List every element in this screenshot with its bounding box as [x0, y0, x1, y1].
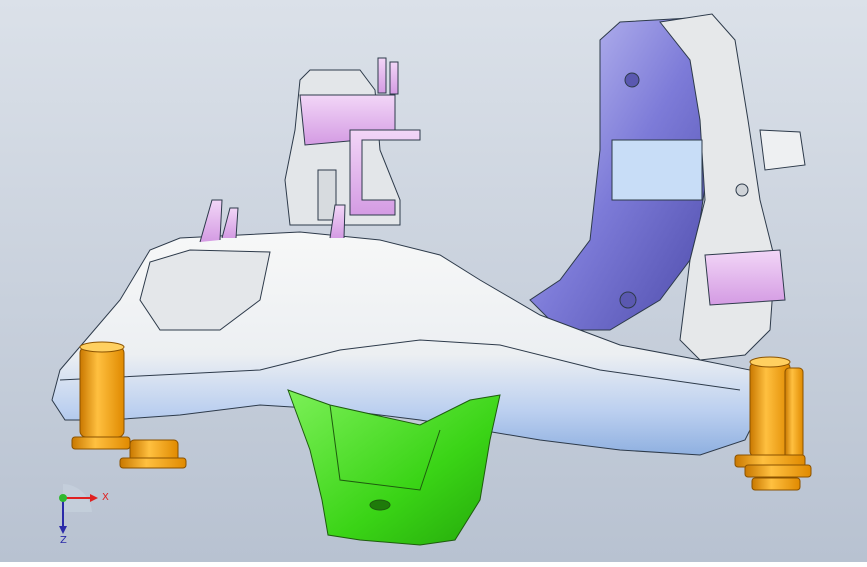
tie-rod-arm	[759, 129, 806, 171]
knuckle-bracket	[704, 249, 786, 306]
y-axis-dot	[59, 494, 67, 502]
x-axis-label: X	[102, 492, 109, 503]
orientation-triad: X Z	[40, 482, 120, 552]
clamp-band	[611, 139, 703, 201]
3d-viewport[interactable]: X Z	[0, 0, 867, 562]
z-axis-label: Z	[60, 535, 67, 546]
cad-model-canvas[interactable]	[0, 0, 867, 562]
